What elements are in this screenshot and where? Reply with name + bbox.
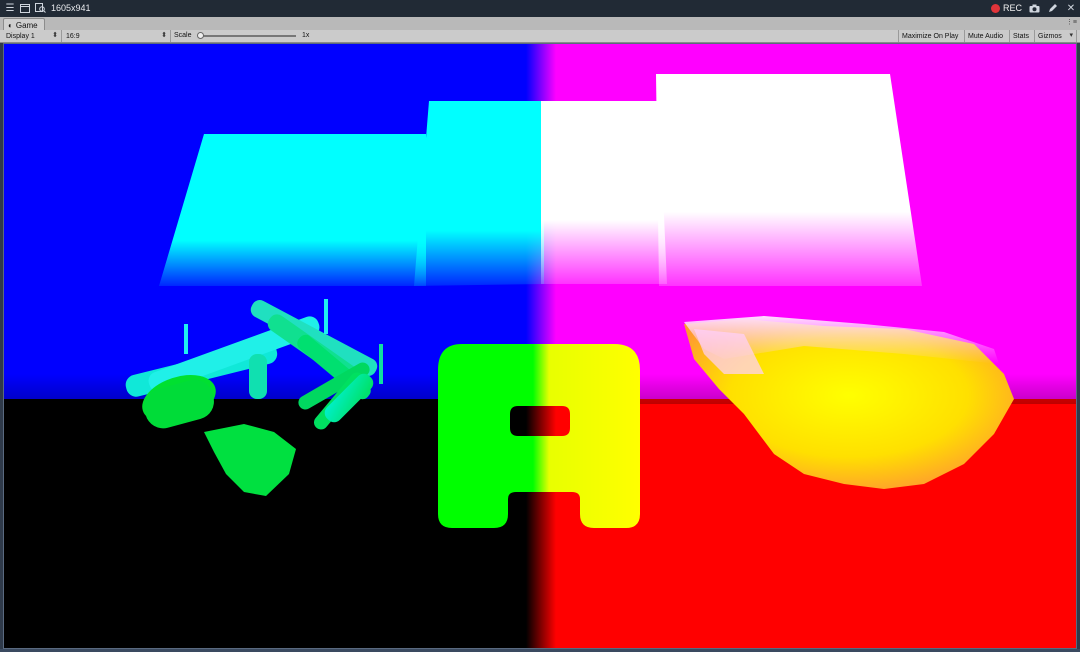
camera-icon[interactable]	[1028, 2, 1040, 14]
tab-options-icon[interactable]: ⋮≡	[1066, 18, 1077, 26]
scene-render	[125, 74, 1014, 528]
maximize-window-icon[interactable]	[19, 2, 31, 14]
aspect-dropdown-label: 16:9	[66, 32, 80, 40]
cyan-plane-mid	[414, 101, 544, 286]
tab-strip: ◐ Game ⋮≡	[0, 17, 1080, 31]
white-plane-mid	[541, 101, 667, 284]
maximize-on-play-toggle[interactable]: Maximize On Play	[898, 30, 965, 42]
close-icon[interactable]: ✕	[1065, 2, 1077, 14]
gizmos-label: Gizmos	[1038, 32, 1062, 40]
dropdown-arrow-icon: ⬍	[52, 32, 58, 39]
letter-a-shape	[438, 344, 640, 528]
game-toolbar: Display 1 ⬍ 16:9 ⬍ Scale 1x Maximize On …	[0, 30, 1080, 43]
mute-audio-toggle[interactable]: Mute Audio	[965, 30, 1010, 42]
window-titlebar: ☰ 1605x941 REC ✕	[0, 0, 1080, 17]
game-viewport[interactable]	[3, 43, 1077, 649]
aspect-dropdown[interactable]: 16:9 ⬍	[63, 30, 171, 42]
hamburger-icon[interactable]: ☰	[4, 2, 16, 14]
stats-toggle[interactable]: Stats	[1010, 30, 1035, 42]
tab-game-label: Game	[15, 20, 38, 30]
stats-label: Stats	[1013, 32, 1029, 40]
game-controller-icon: ◐	[8, 20, 13, 30]
display-dropdown-label: Display 1	[6, 32, 35, 40]
display-dropdown[interactable]: Display 1 ⬍	[3, 30, 62, 42]
scale-label: Scale	[174, 32, 192, 39]
scale-value: 1x	[302, 32, 310, 39]
dropdown-arrow-icon: ⬍	[161, 32, 167, 39]
record-button-label[interactable]: REC	[1003, 3, 1022, 13]
scale-slider-track[interactable]	[200, 35, 296, 37]
scale-slider-handle[interactable]	[197, 32, 204, 39]
cyan-plane-left	[159, 134, 426, 286]
mute-audio-label: Mute Audio	[968, 32, 1004, 40]
resolution-icon[interactable]	[34, 2, 46, 14]
cylinder-cluster	[125, 299, 383, 496]
white-plane-right	[656, 74, 922, 286]
resolution-label: 1605x941	[51, 3, 91, 13]
pencil-icon[interactable]	[1047, 2, 1059, 14]
gizmos-dropdown[interactable]: Gizmos ▾	[1035, 30, 1077, 42]
yellow-blob	[684, 316, 1014, 489]
dropdown-arrow-icon: ▾	[1069, 32, 1073, 39]
maximize-on-play-label: Maximize On Play	[902, 32, 959, 40]
record-dot-icon[interactable]	[991, 4, 1000, 13]
